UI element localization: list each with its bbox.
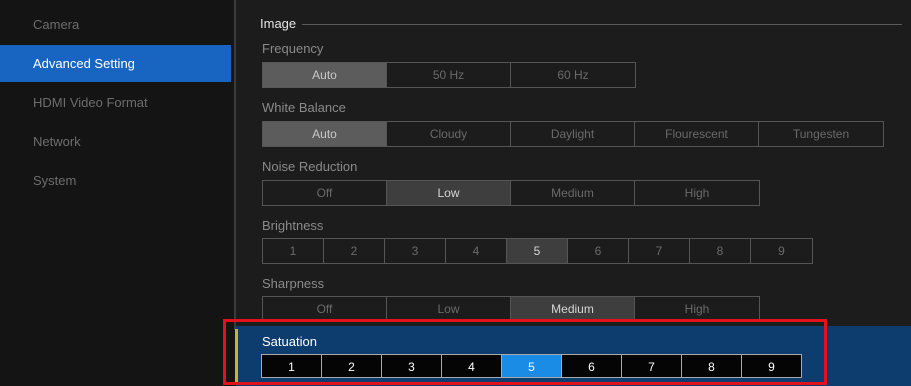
section-title: Image [260,16,297,31]
sidebar-item-camera[interactable]: Camera [0,6,231,43]
brightness-option-5[interactable]: 5 [507,239,568,263]
section-rule [302,24,902,25]
brightness-option-1[interactable]: 1 [263,239,324,263]
sharpness-option-medium[interactable]: Medium [511,297,635,321]
white-balance-option-daylight[interactable]: Daylight [511,122,635,146]
frequency-option-50hz[interactable]: 50 Hz [387,63,511,87]
sidebar-item-hdmi-video-format[interactable]: HDMI Video Format [0,84,231,121]
frequency-option-60hz[interactable]: 60 Hz [511,63,635,87]
sidebar-item-system[interactable]: System [0,162,231,199]
noise-reduction-label: Noise Reduction [262,159,358,174]
noise-reduction-selector: Off Low Medium High [262,180,760,206]
white-balance-label: White Balance [262,100,346,115]
brightness-option-7[interactable]: 7 [629,239,690,263]
noise-reduction-option-high[interactable]: High [635,181,759,205]
sidebar-item-network[interactable]: Network [0,123,231,160]
sharpness-option-off[interactable]: Off [263,297,387,321]
noise-reduction-option-medium[interactable]: Medium [511,181,635,205]
sharpness-option-high[interactable]: High [635,297,759,321]
sidebar-item-advanced-setting[interactable]: Advanced Setting [0,45,231,82]
brightness-option-2[interactable]: 2 [324,239,385,263]
white-balance-option-flourescent[interactable]: Flourescent [635,122,759,146]
brightness-label: Brightness [262,218,324,233]
frequency-label: Frequency [262,41,324,56]
white-balance-option-auto[interactable]: Auto [263,122,387,146]
brightness-selector: 1 2 3 4 5 6 7 8 9 [262,238,813,264]
brightness-option-6[interactable]: 6 [568,239,629,263]
white-balance-option-tungesten[interactable]: Tungesten [759,122,883,146]
sharpness-label: Sharpness [262,276,325,291]
noise-reduction-option-off[interactable]: Off [263,181,387,205]
sharpness-option-low[interactable]: Low [387,297,511,321]
sidebar: Camera Advanced Setting HDMI Video Forma… [0,0,231,386]
brightness-option-3[interactable]: 3 [385,239,446,263]
brightness-option-9[interactable]: 9 [751,239,812,263]
frequency-option-auto[interactable]: Auto [263,63,387,87]
brightness-option-8[interactable]: 8 [690,239,751,263]
noise-reduction-option-low[interactable]: Low [387,181,511,205]
white-balance-option-cloudy[interactable]: Cloudy [387,122,511,146]
brightness-option-4[interactable]: 4 [446,239,507,263]
highlight-box [223,319,827,385]
frequency-selector: Auto 50 Hz 60 Hz [262,62,636,88]
white-balance-selector: Auto Cloudy Daylight Flourescent Tungest… [262,121,884,147]
